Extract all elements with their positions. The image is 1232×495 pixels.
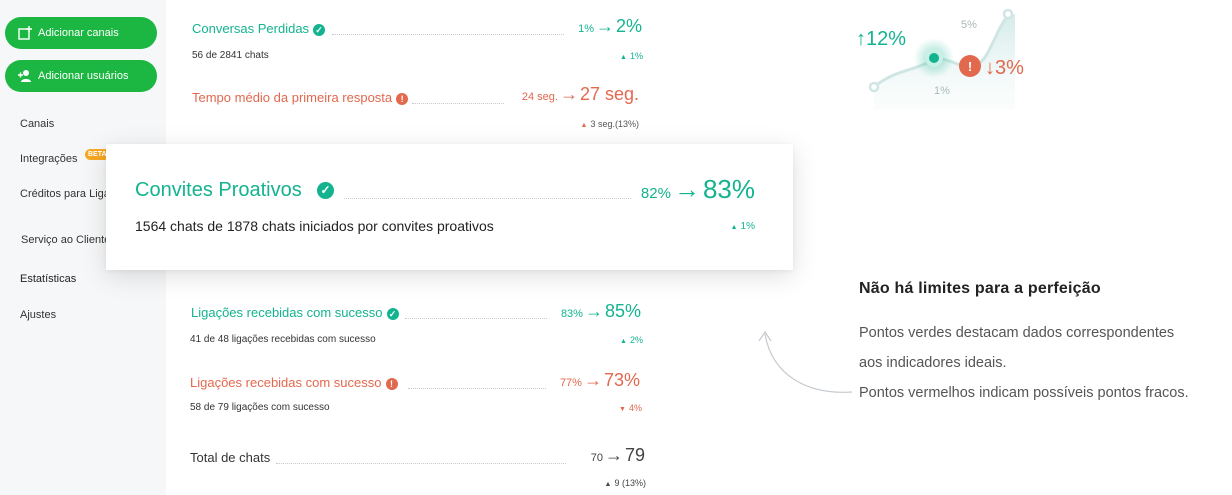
highlight-card-proactive: Convites Proativos ✓ 82% → 83% 1564 chats …	[106, 144, 793, 270]
metric-change: ▲ 9 (13%)	[604, 478, 646, 488]
green-point	[929, 53, 939, 63]
up-triangle-icon: ▲	[730, 224, 738, 231]
bottom-percent-label: 1%	[934, 85, 950, 97]
check-icon: ✓	[317, 182, 334, 199]
down-percent-label: ↓3%	[985, 57, 1024, 79]
trend-illustration: ! ↑12% ↓3% 5% 1%	[856, 8, 1024, 110]
metric-subtitle: 56 de 2841 chats	[192, 50, 269, 61]
card-value: 82% → 83%	[640, 174, 755, 204]
metric-subtitle: 58 de 79 ligações com sucesso	[190, 402, 330, 413]
check-icon: ✓	[386, 307, 399, 320]
up-percent-label: ↑12%	[856, 28, 906, 50]
add-channels-button[interactable]: Adicionar canais	[5, 17, 157, 49]
card-subtitle: 1564 chats de 1878 chats iniciados por c…	[135, 218, 494, 234]
panel-text-line-3: Pontos vermelhos indicam possíveis ponto…	[859, 385, 1189, 401]
sidebar-item-customer-service[interactable]: Serviço ao Cliente	[21, 234, 110, 246]
alert-icon: !	[968, 59, 972, 74]
add-users-label: Adicionar usuários	[38, 70, 129, 82]
up-triangle-icon: ▲	[580, 122, 588, 129]
metric-title: Tempo médio da primeira resposta	[192, 90, 393, 105]
metric-change: ▼ 4%	[619, 403, 642, 413]
down-triangle-icon: ▼	[619, 406, 626, 413]
metric-value: 83% → 85%	[560, 301, 641, 321]
metric-change: ▲ 3 seg.(13%)	[580, 119, 639, 129]
metric-value: 77% → 73%	[559, 370, 640, 390]
sidebar-item-integrations[interactable]: Integrações	[20, 153, 77, 165]
sidebar-item-statistics[interactable]: Estatísticas	[20, 273, 76, 285]
metric-title: Conversas Perdidas	[192, 21, 310, 36]
card-change: ▲ 1%	[730, 221, 755, 232]
sidebar-item-channels[interactable]: Canais	[20, 118, 54, 130]
panel-title: Não há limites para a perfeição	[859, 280, 1101, 297]
curved-arrow-icon	[758, 330, 853, 393]
metric-change: ▲ 2%	[620, 335, 643, 345]
dotted-leader	[276, 463, 566, 464]
add-users-button[interactable]: Adicionar usuários	[5, 60, 157, 92]
point-start	[868, 81, 880, 93]
page: Adicionar canais Adicionar usuários Cana…	[0, 0, 1232, 495]
add-channel-icon	[18, 26, 32, 40]
up-triangle-icon: ▲	[620, 54, 627, 61]
metric-title: Ligações recebidas com sucesso	[190, 375, 382, 390]
check-icon: ✓	[313, 23, 326, 36]
panel-text-line-2: aos indicadores ideais.	[859, 355, 1007, 371]
dotted-leader	[344, 198, 631, 199]
add-user-icon	[18, 70, 31, 82]
panel-text-line-1: Pontos verdes destacam dados corresponde…	[859, 325, 1175, 341]
up-triangle-icon: ▲	[604, 481, 612, 488]
dotted-leader	[332, 34, 564, 35]
metric-change: ▲ 1%	[620, 51, 643, 61]
metric-value: 24 seg. → 27 seg.	[521, 84, 639, 104]
sidebar-item-call-credits[interactable]: Créditos para Liga	[20, 188, 110, 200]
add-channels-label: Adicionar canais	[38, 27, 119, 39]
dotted-leader	[408, 388, 546, 389]
metric-title: Total de chats	[190, 450, 271, 465]
dotted-leader	[412, 103, 504, 104]
point-end	[1002, 8, 1014, 20]
alert-icon: !	[385, 377, 398, 390]
up-triangle-icon: ▲	[620, 338, 627, 345]
dotted-leader	[405, 318, 547, 319]
metric-value: 70 → 79	[590, 445, 645, 465]
metric-title: Ligações recebidas com sucesso	[191, 305, 383, 320]
metric-value: 1% → 2%	[578, 16, 642, 36]
sidebar-item-settings[interactable]: Ajustes	[20, 309, 56, 321]
metric-subtitle: 41 de 48 ligações recebidas com sucesso	[190, 334, 376, 345]
alert-icon: !	[396, 92, 409, 105]
top-percent-label: 5%	[961, 19, 977, 31]
card-title: Convites Proativos	[135, 179, 302, 201]
